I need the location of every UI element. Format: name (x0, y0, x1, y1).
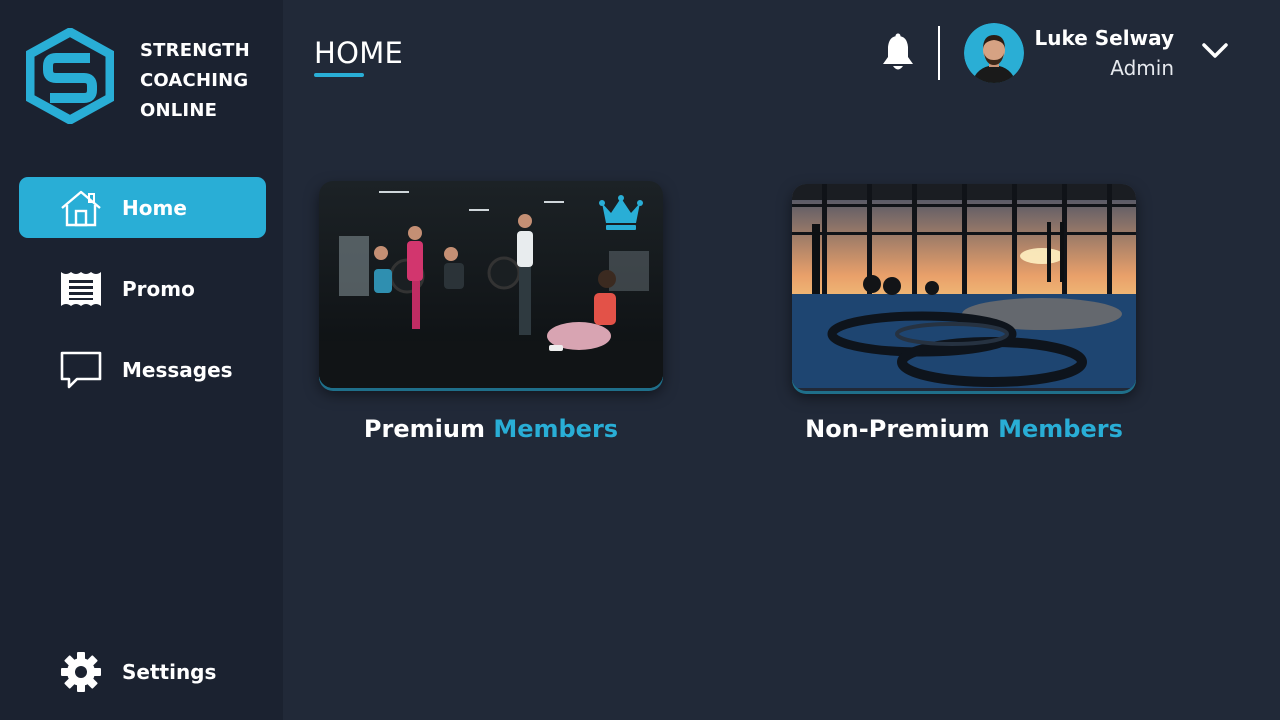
crown-icon (599, 195, 643, 230)
card-label-prefix: Premium (363, 415, 485, 443)
chevron-down-icon[interactable] (1200, 38, 1230, 64)
card-label-accent: Members (493, 415, 619, 443)
non-premium-members-label: Non-Premium Members (792, 415, 1136, 443)
page-title: HOME (314, 36, 404, 70)
sidebar-item-label: Settings (122, 659, 217, 684)
non-premium-members-image (792, 184, 1136, 391)
sidebar-item-settings[interactable]: Settings (19, 641, 266, 702)
card-label-accent: Members (998, 415, 1123, 443)
avatar[interactable] (964, 23, 1024, 83)
receipt-icon (59, 269, 103, 309)
card-label-prefix: Non-Premium (805, 415, 990, 443)
premium-members-image (319, 181, 663, 388)
brand[interactable]: STRENGTH COACHING ONLINE (26, 28, 250, 124)
chat-icon (59, 350, 103, 390)
user-role: Admin (1110, 56, 1174, 80)
premium-members-label: Premium Members (319, 415, 663, 443)
sidebar-item-promo[interactable]: Promo (19, 258, 266, 319)
sidebar-item-label: Messages (122, 357, 233, 382)
header-divider (938, 26, 940, 80)
brand-line-2: COACHING (140, 70, 249, 91)
brand-name: STRENGTH COACHING ONLINE (140, 36, 250, 126)
brand-line-1: STRENGTH (140, 40, 250, 61)
sidebar-item-label: Home (122, 195, 187, 220)
brand-logo-icon (26, 28, 114, 124)
non-premium-members-card[interactable]: Non-Premium Members (792, 184, 1136, 443)
brand-line-3: ONLINE (140, 100, 218, 121)
gear-icon (59, 651, 103, 692)
title-underline (314, 73, 364, 77)
bell-icon[interactable] (879, 33, 917, 73)
sidebar-item-messages[interactable]: Messages (19, 339, 266, 400)
home-icon (59, 188, 103, 228)
sidebar: STRENGTH COACHING ONLINE Home Promo Mess… (0, 0, 283, 720)
user-name: Luke Selway (1034, 26, 1175, 50)
premium-members-card[interactable]: Premium Members (319, 181, 663, 443)
sidebar-item-label: Promo (122, 276, 195, 301)
sidebar-item-home[interactable]: Home (19, 177, 266, 238)
